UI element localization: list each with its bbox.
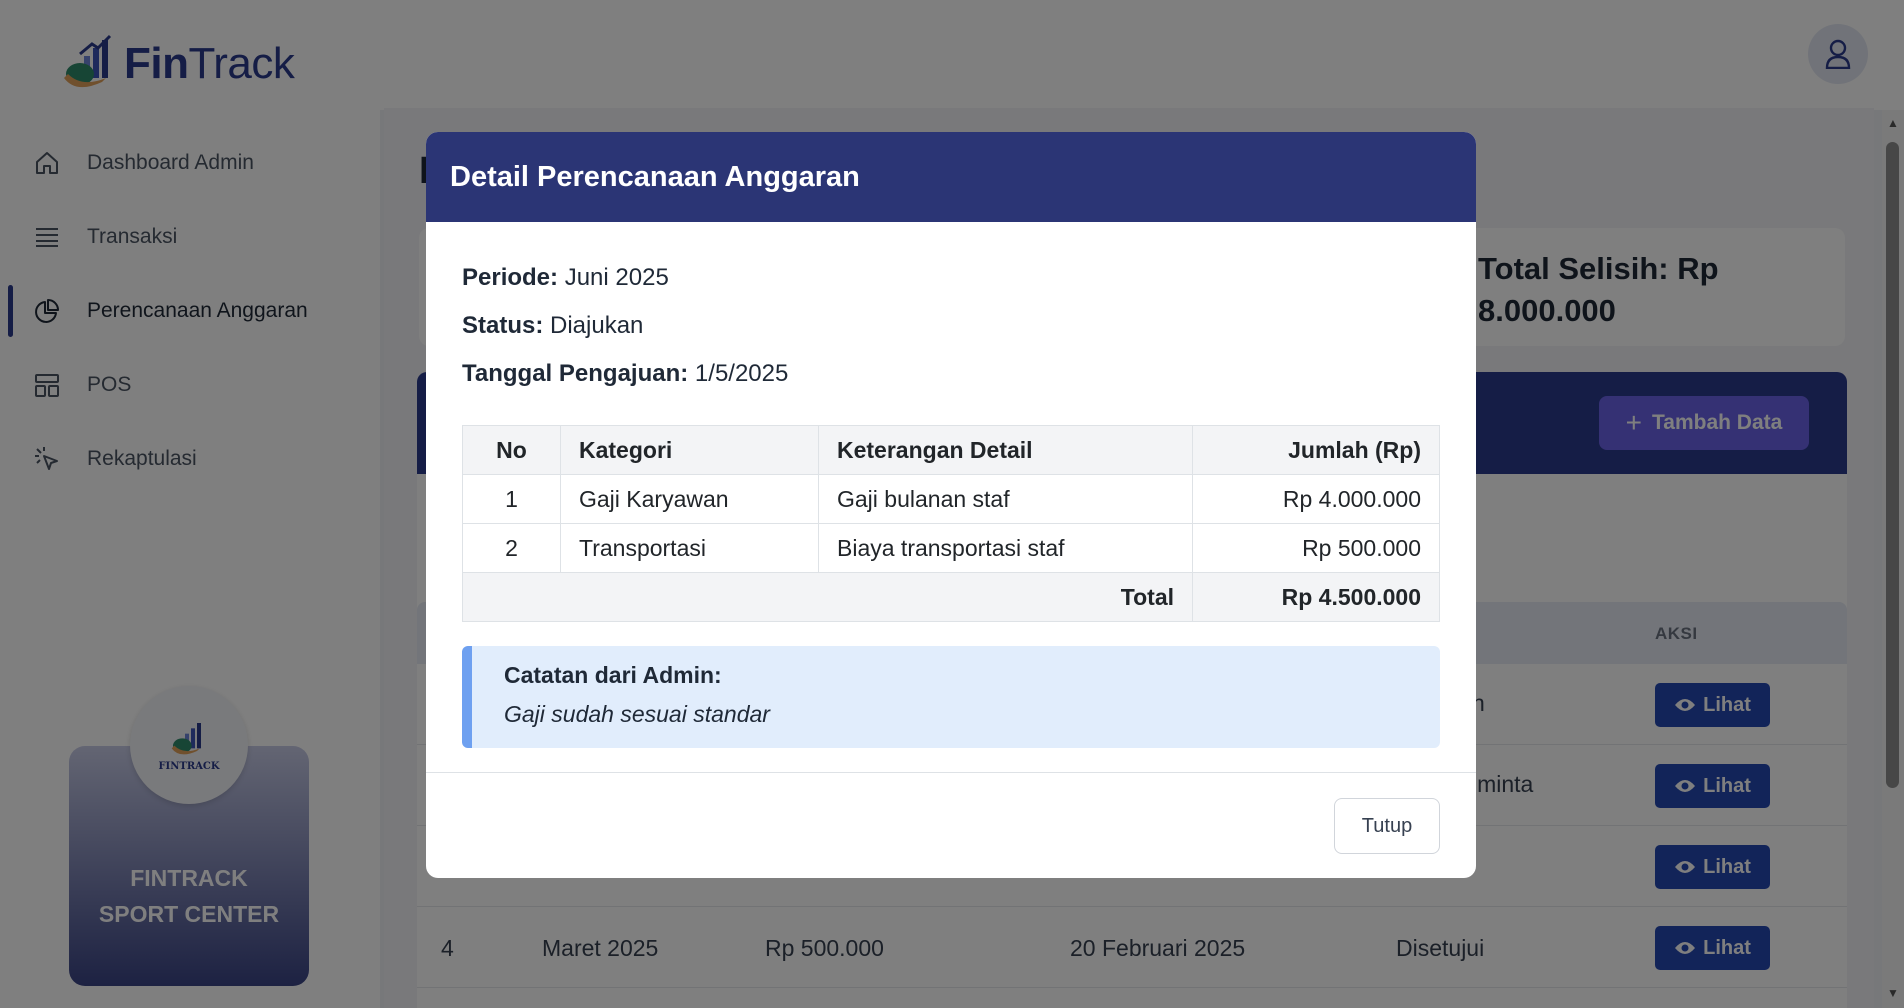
no-cell: 1: [462, 474, 561, 524]
periode-info: Periode: Juni 2025: [462, 264, 669, 292]
periode-value: Juni 2025: [564, 264, 669, 291]
jumlah-cell: Rp 4.000.000: [1192, 474, 1440, 524]
periode-label: Periode:: [462, 264, 559, 291]
no-cell: 2: [462, 523, 561, 573]
budget-detail-modal: Detail Perencanaan Anggaran Periode: Jun…: [426, 132, 1476, 878]
table-row: 2 Transportasi Biaya transportasi staf R…: [462, 523, 1440, 573]
table-row: 1 Gaji Karyawan Gaji bulanan staf Rp 4.0…: [462, 474, 1440, 524]
status-value: Diajukan: [550, 312, 644, 339]
modal-header: Detail Perencanaan Anggaran: [426, 132, 1476, 222]
status-label: Status:: [462, 312, 544, 339]
tanggal-label: Tanggal Pengajuan:: [462, 360, 689, 387]
column-header-jumlah: Jumlah (Rp): [1192, 425, 1440, 475]
modal-title: Detail Perencanaan Anggaran: [450, 160, 860, 193]
jumlah-cell: Rp 500.000: [1192, 523, 1440, 573]
admin-note: Catatan dari Admin: Gaji sudah sesuai st…: [462, 646, 1440, 748]
admin-note-title: Catatan dari Admin:: [504, 662, 722, 688]
total-value: Rp 4.500.000: [1192, 572, 1440, 622]
total-label: Total: [462, 572, 1193, 622]
budget-detail-table: No Kategori Keterangan Detail Jumlah (Rp…: [462, 425, 1440, 622]
admin-note-text: Gaji sudah sesuai standar: [504, 701, 770, 727]
keterangan-cell: Gaji bulanan staf: [818, 474, 1193, 524]
column-header-no: No: [462, 425, 561, 475]
keterangan-cell: Biaya transportasi staf: [818, 523, 1193, 573]
total-row: Total Rp 4.500.000: [462, 572, 1440, 622]
modal-footer-divider: [426, 772, 1476, 773]
tanggal-info: Tanggal Pengajuan: 1/5/2025: [462, 360, 788, 388]
column-header-kategori: Kategori: [560, 425, 819, 475]
close-button[interactable]: Tutup: [1334, 798, 1440, 854]
table-header-row: No Kategori Keterangan Detail Jumlah (Rp…: [462, 425, 1440, 475]
column-header-keterangan: Keterangan Detail: [818, 425, 1193, 475]
kategori-cell: Transportasi: [560, 523, 819, 573]
status-info: Status: Diajukan: [462, 312, 643, 340]
tanggal-value: 1/5/2025: [694, 360, 789, 387]
kategori-cell: Gaji Karyawan: [560, 474, 819, 524]
